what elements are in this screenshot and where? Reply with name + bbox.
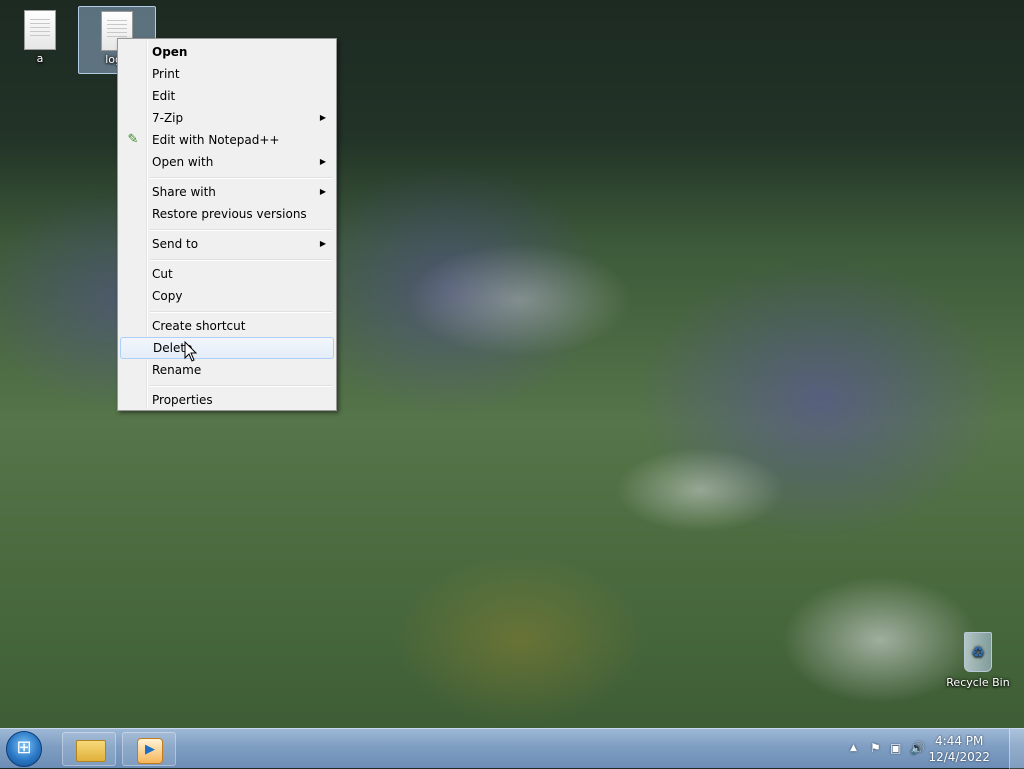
menu-item-restore-previous-versions[interactable]: Restore previous versions [120,203,334,225]
menu-item-open[interactable]: Open [120,41,334,63]
clock-time: 4:44 PM [935,734,984,748]
menu-item-edit[interactable]: Edit [120,85,334,107]
menu-item-label: 7-Zip [152,111,184,125]
menu-item-label: Restore previous versions [152,207,307,221]
menu-item-label: Rename [152,363,202,377]
notepadpp-icon: ✎ [127,132,139,147]
menu-item-label: Share with [152,185,216,199]
volume-icon[interactable]: 🔊 [910,741,925,755]
clock-date: 12/4/2022 [928,750,990,764]
show-desktop-button[interactable] [1009,729,1024,769]
menu-separator [150,229,332,231]
media-player-icon [137,738,163,764]
recycle-bin-label: Recycle Bin [946,676,1010,689]
menu-item-open-with[interactable]: Open with ▶ [120,151,334,173]
system-tray: ▲ ⚑ ▣ 🔊 4:44 PM 12/4/2022 [834,729,1024,769]
menu-item-delete[interactable]: Delete [120,337,334,359]
menu-item-label: Send to [152,237,199,251]
menu-item-cut[interactable]: Cut [120,263,334,285]
network-icon[interactable]: ▣ [890,741,901,755]
desktop[interactable]: a logo Recycle Bin Open Print Edit 7-Zip… [0,0,1024,728]
recycle-bin-icon [964,632,992,672]
menu-item-label: Create shortcut [152,319,246,333]
menu-item-label: Edit with Notepad++ [152,133,280,147]
menu-item-create-shortcut[interactable]: Create shortcut [120,315,334,337]
context-menu: Open Print Edit 7-Zip ▶ ✎ Edit with Note… [117,38,337,411]
menu-item-label: Cut [152,267,173,281]
submenu-arrow-icon: ▶ [319,187,326,196]
desktop-file-a[interactable]: a [2,6,78,68]
menu-item-label: Copy [152,289,183,303]
action-center-icon[interactable]: ⚑ [870,741,881,755]
menu-item-share-with[interactable]: Share with ▶ [120,181,334,203]
desktop-file-label: a [36,52,44,65]
menu-separator [150,259,332,261]
menu-item-label: Print [152,67,180,81]
menu-item-copy[interactable]: Copy [120,285,334,307]
menu-item-print[interactable]: Print [120,63,334,85]
start-button[interactable] [6,731,42,767]
recycle-bin[interactable]: Recycle Bin [940,632,1016,689]
text-document-icon [24,10,56,50]
clock[interactable]: 4:44 PM 12/4/2022 [928,733,990,765]
menu-separator [150,385,332,387]
menu-separator [150,311,332,313]
menu-item-send-to[interactable]: Send to ▶ [120,233,334,255]
submenu-arrow-icon: ▶ [319,157,326,166]
taskbar-windows-media-player[interactable] [122,732,176,766]
menu-separator [150,177,332,179]
menu-item-label: Open with [152,155,214,169]
taskbar-windows-explorer[interactable] [62,732,116,766]
menu-item-label: Open [152,45,188,59]
taskbar: ▲ ⚑ ▣ 🔊 4:44 PM 12/4/2022 [0,728,1024,769]
menu-item-label: Edit [152,89,176,103]
menu-item-properties[interactable]: Properties [120,389,334,411]
submenu-arrow-icon: ▶ [319,113,326,122]
menu-item-edit-with-notepadpp[interactable]: ✎ Edit with Notepad++ [120,129,334,151]
menu-item-7zip[interactable]: 7-Zip ▶ [120,107,334,129]
submenu-arrow-icon: ▶ [319,239,326,248]
folder-icon [76,740,106,762]
menu-item-label: Properties [152,393,213,407]
menu-item-rename[interactable]: Rename [120,359,334,381]
show-hidden-icons-button[interactable]: ▲ [850,743,857,753]
